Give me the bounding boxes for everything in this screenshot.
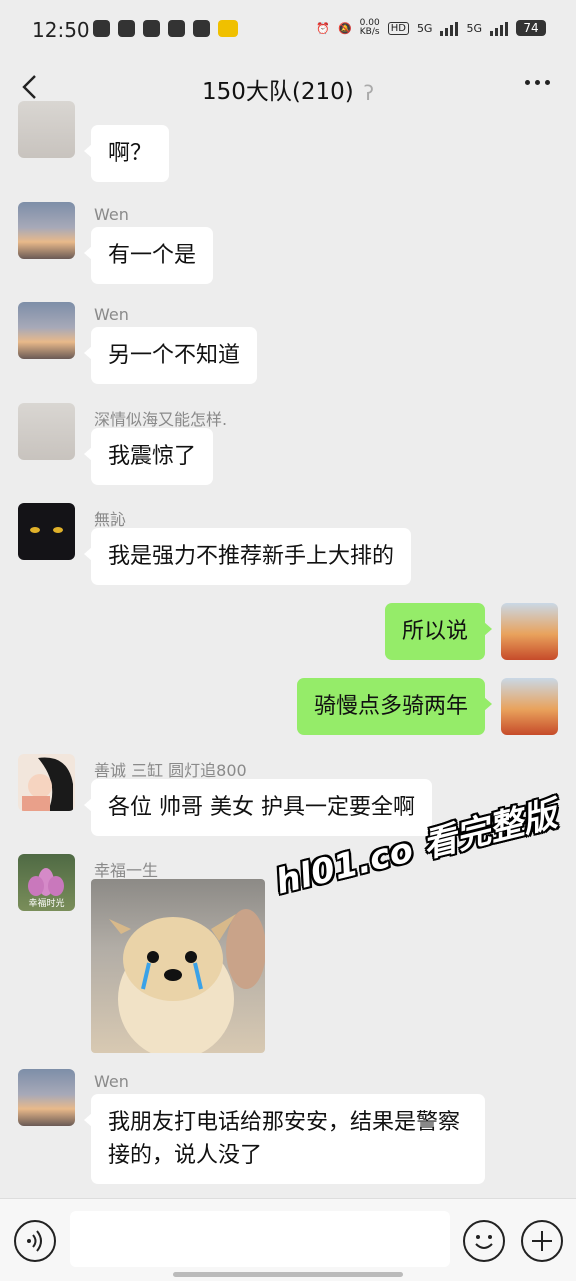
- hd-badge: HD: [387, 21, 409, 35]
- net-speed: 0.00 KB/s: [359, 18, 380, 37]
- signal-label-2: 5G: [466, 21, 482, 35]
- message-bubble[interactable]: 我震惊了: [83, 428, 214, 485]
- mute-icon: 🔕: [337, 21, 352, 35]
- more-options-button[interactable]: [525, 80, 550, 85]
- avatar[interactable]: [18, 101, 75, 158]
- message-bubble[interactable]: 啊？: [83, 125, 170, 182]
- avatar[interactable]: [18, 202, 75, 259]
- avatar[interactable]: [18, 1069, 75, 1126]
- sender-name: 善诚 三缸 圆灯追800: [94, 761, 247, 780]
- ear-mode-icon: ʔ: [363, 80, 374, 105]
- sender-name: Wen: [94, 205, 129, 224]
- battery-icon: 74: [516, 20, 546, 36]
- message-bubble[interactable]: 有一个是: [83, 227, 214, 284]
- cat-eyes-icon: [30, 527, 63, 533]
- message-bubble[interactable]: 我是强力不推荐新手上大排的: [83, 528, 412, 585]
- my-message-bubble[interactable]: 所以说: [384, 603, 493, 660]
- home-indicator[interactable]: [173, 1272, 403, 1277]
- plus-icon: [532, 1231, 552, 1251]
- sender-name: 深情似海又能怎样.: [94, 410, 228, 429]
- crying-puppy-icon: [109, 909, 265, 1053]
- message-bubble[interactable]: 我朋友打电话给那安安，结果是警察接的，说人没了: [84, 1094, 485, 1184]
- message-input[interactable]: [70, 1211, 450, 1267]
- status-time: 12:50: [32, 18, 90, 42]
- compass-notification-icon: [193, 20, 210, 37]
- more-functions-button[interactable]: [521, 1220, 563, 1262]
- signal-icon: [440, 20, 459, 36]
- smiley-icon: [475, 1235, 493, 1249]
- avatar[interactable]: [18, 302, 75, 359]
- sender-name: 幸福一生: [94, 861, 159, 880]
- sender-name: 無訫: [94, 510, 127, 529]
- avatar[interactable]: [18, 754, 75, 811]
- my-message-bubble[interactable]: 骑慢点多骑两年: [296, 678, 493, 735]
- chat-header: 150大队(210) ʔ: [0, 60, 576, 114]
- signal-label-1: 5G: [416, 21, 433, 35]
- avatar[interactable]: 幸福时光: [18, 854, 75, 911]
- avatar[interactable]: [18, 403, 75, 460]
- avatar-caption: 幸福时光: [28, 899, 65, 909]
- mail-notification-icon: [118, 20, 135, 37]
- sender-name: Wen: [94, 305, 129, 324]
- message-bubble[interactable]: 另一个不知道: [83, 327, 258, 384]
- app-notification-icon: [143, 20, 160, 37]
- status-bar: 12:50 ⏰ 🔕 0.00 KB/s HD 5G 5G 74: [0, 0, 576, 60]
- sticker-image[interactable]: [91, 879, 265, 1053]
- my-avatar[interactable]: [501, 678, 558, 735]
- avatar[interactable]: [18, 503, 75, 560]
- cartoon-face-icon: [22, 757, 73, 811]
- voice-icon: [27, 1230, 42, 1252]
- my-avatar[interactable]: [501, 603, 558, 660]
- notification-icons: [93, 20, 238, 37]
- chat-title: 150大队(210) ʔ: [202, 79, 374, 105]
- voice-input-button[interactable]: [14, 1220, 56, 1262]
- sender-name: Wen: [94, 1072, 129, 1091]
- emoji-button[interactable]: [463, 1220, 505, 1262]
- status-right: ⏰ 🔕 0.00 KB/s HD 5G 5G 74: [316, 19, 546, 37]
- wechat-notification-icon: [93, 20, 110, 37]
- signal-icon: [490, 20, 508, 36]
- news-notification-icon: [218, 20, 238, 37]
- alarm-icon: ⏰: [316, 21, 330, 35]
- youku-notification-icon: [168, 20, 185, 37]
- input-bar: [0, 1198, 576, 1281]
